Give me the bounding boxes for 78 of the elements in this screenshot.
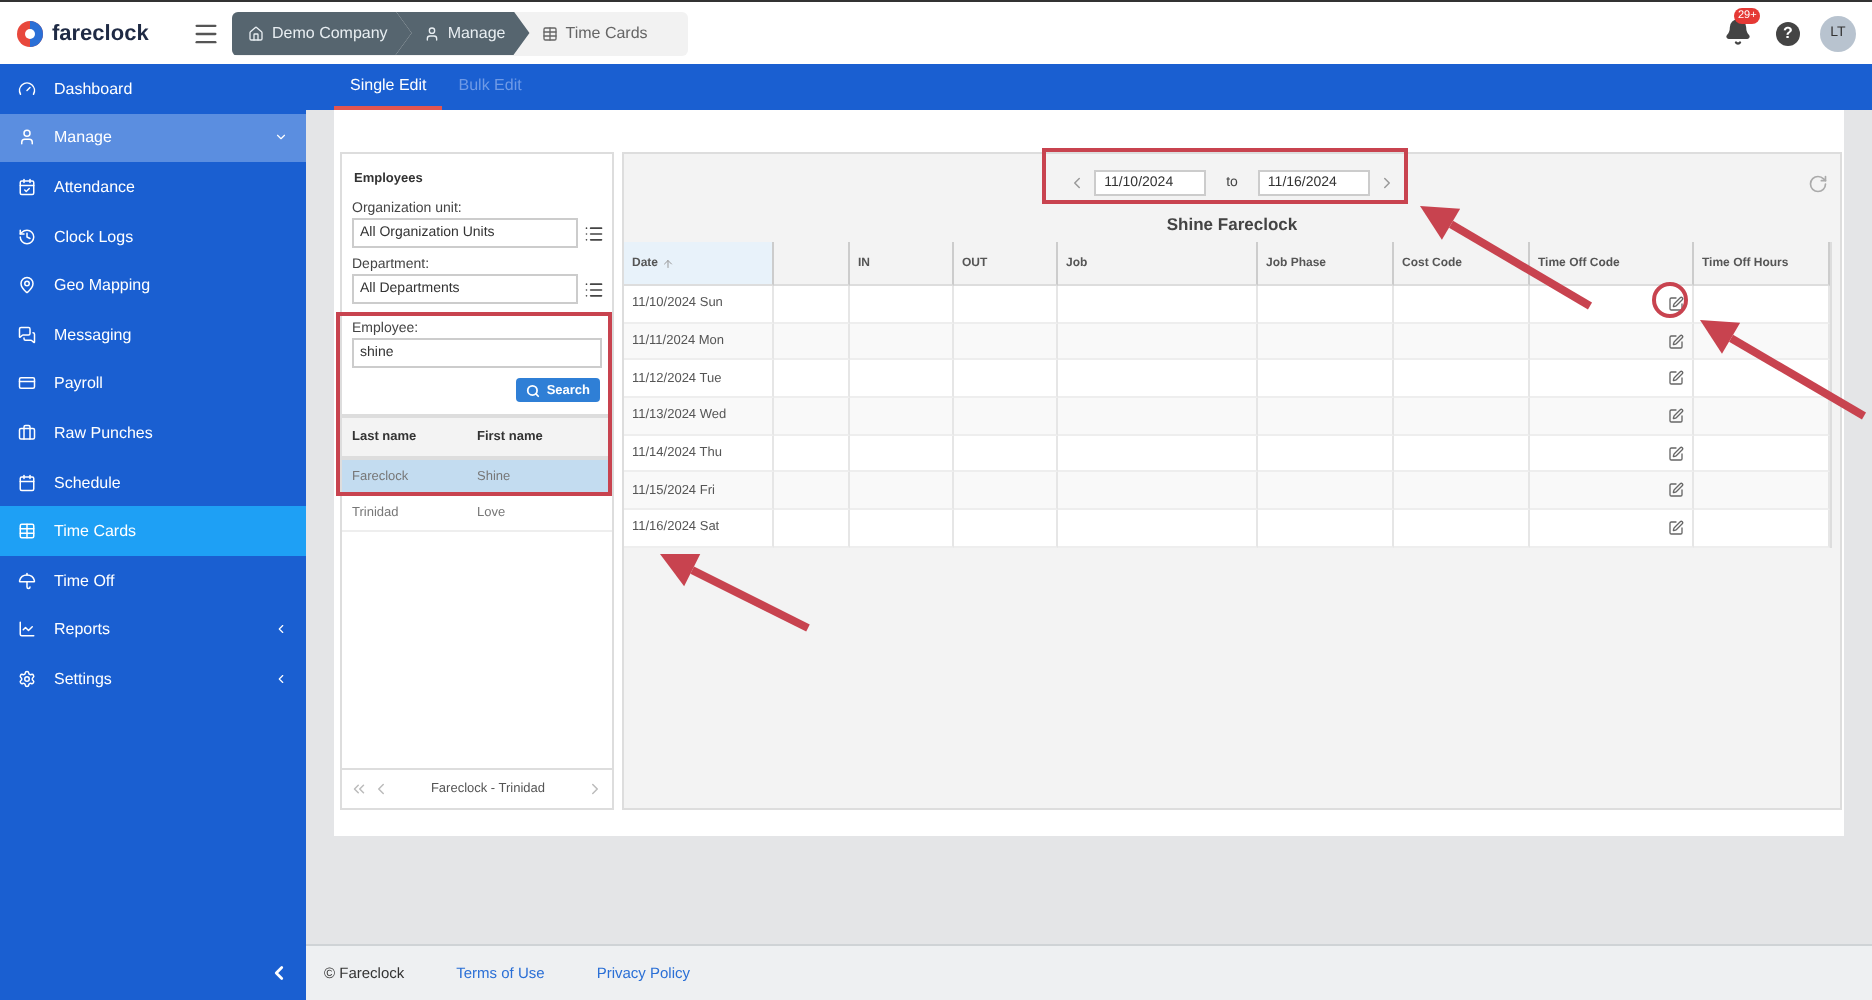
table-cell [1258, 510, 1394, 548]
user-icon [18, 128, 36, 147]
table-cell [850, 472, 954, 511]
user-icon [423, 25, 440, 41]
table-cell [1258, 398, 1394, 436]
sort-icon [662, 257, 675, 269]
chart-icon [18, 620, 36, 639]
table-cell [954, 323, 1058, 361]
settings-icon [18, 669, 36, 688]
list-icon[interactable] [584, 223, 604, 243]
bell-icon[interactable] [1724, 17, 1752, 45]
table-cell [774, 398, 850, 436]
table-cell [954, 286, 1058, 324]
help-button[interactable]: ? [1776, 21, 1800, 45]
sidebar-item[interactable]: Dashboard [0, 64, 306, 114]
sidebar-item[interactable]: Settings [0, 654, 306, 704]
sidebar-item[interactable]: Time Off [0, 555, 306, 606]
edit-icon[interactable] [1668, 482, 1684, 499]
edit-icon[interactable] [1668, 370, 1684, 387]
history-icon [18, 227, 36, 246]
calendar-icon [18, 473, 36, 492]
sidebar-item[interactable]: Schedule [0, 457, 306, 507]
table-cell [850, 398, 954, 436]
sidebar-item[interactable]: Payroll [0, 359, 306, 409]
table-cell [1258, 323, 1394, 361]
briefcase-icon [18, 423, 36, 442]
card-icon [18, 374, 36, 393]
home-icon [248, 25, 264, 41]
table-cell [774, 510, 850, 548]
table-cell [954, 398, 1058, 436]
sidebar-item[interactable]: Messaging [0, 309, 306, 360]
edit-icon[interactable] [1668, 407, 1684, 424]
sidebar-item[interactable]: Raw Punches [0, 408, 306, 458]
employee-name: Shine Fareclock [1166, 212, 1298, 238]
edit-icon[interactable] [1668, 519, 1684, 536]
table-cell [850, 510, 954, 548]
map-pin-icon [18, 276, 36, 295]
list-icon[interactable] [584, 279, 604, 299]
table-cell [954, 510, 1058, 548]
table-cell [774, 435, 850, 473]
edit-icon[interactable] [1668, 295, 1684, 312]
sidebar-item[interactable]: Clock Logs [0, 211, 306, 261]
chevron-left-icon [274, 622, 288, 637]
sidebar-item[interactable]: Attendance [0, 162, 306, 212]
gauge-icon [18, 79, 36, 98]
breadcrumb[interactable]: Demo Company [232, 11, 412, 55]
app-name: fareclock [52, 21, 149, 45]
table-cell [850, 286, 954, 324]
table-cell [954, 360, 1058, 399]
table-cell [1258, 472, 1394, 511]
menu-icon[interactable] [192, 19, 220, 47]
table-cell [774, 323, 850, 361]
chevron-down-icon [274, 130, 288, 145]
highlight-circle [1652, 282, 1688, 318]
table-cell [850, 435, 954, 473]
table-cell [850, 360, 954, 399]
search-icon [526, 383, 541, 397]
table-cell [774, 286, 850, 324]
table-cell [954, 472, 1058, 511]
table-cell [850, 323, 954, 361]
table-cell [1258, 286, 1394, 324]
table-icon [18, 522, 36, 541]
umbrella-icon [18, 571, 36, 590]
table-cell [1258, 435, 1394, 473]
calendar-icon [18, 177, 36, 196]
table-icon [541, 25, 558, 41]
table-cell [774, 360, 850, 399]
edit-icon[interactable] [1668, 445, 1684, 462]
sidebar-item[interactable]: Manage [0, 113, 306, 163]
table-cell [774, 472, 850, 511]
chevron-left-icon [274, 671, 288, 686]
edit-icon[interactable] [1668, 333, 1684, 350]
chat-icon [18, 325, 36, 344]
sidebar-item[interactable]: Reports [0, 605, 306, 655]
sidebar-item[interactable]: Geo Mapping [0, 260, 306, 310]
table-cell [954, 435, 1058, 473]
logo-icon [16, 19, 44, 47]
table-cell [1258, 360, 1394, 399]
